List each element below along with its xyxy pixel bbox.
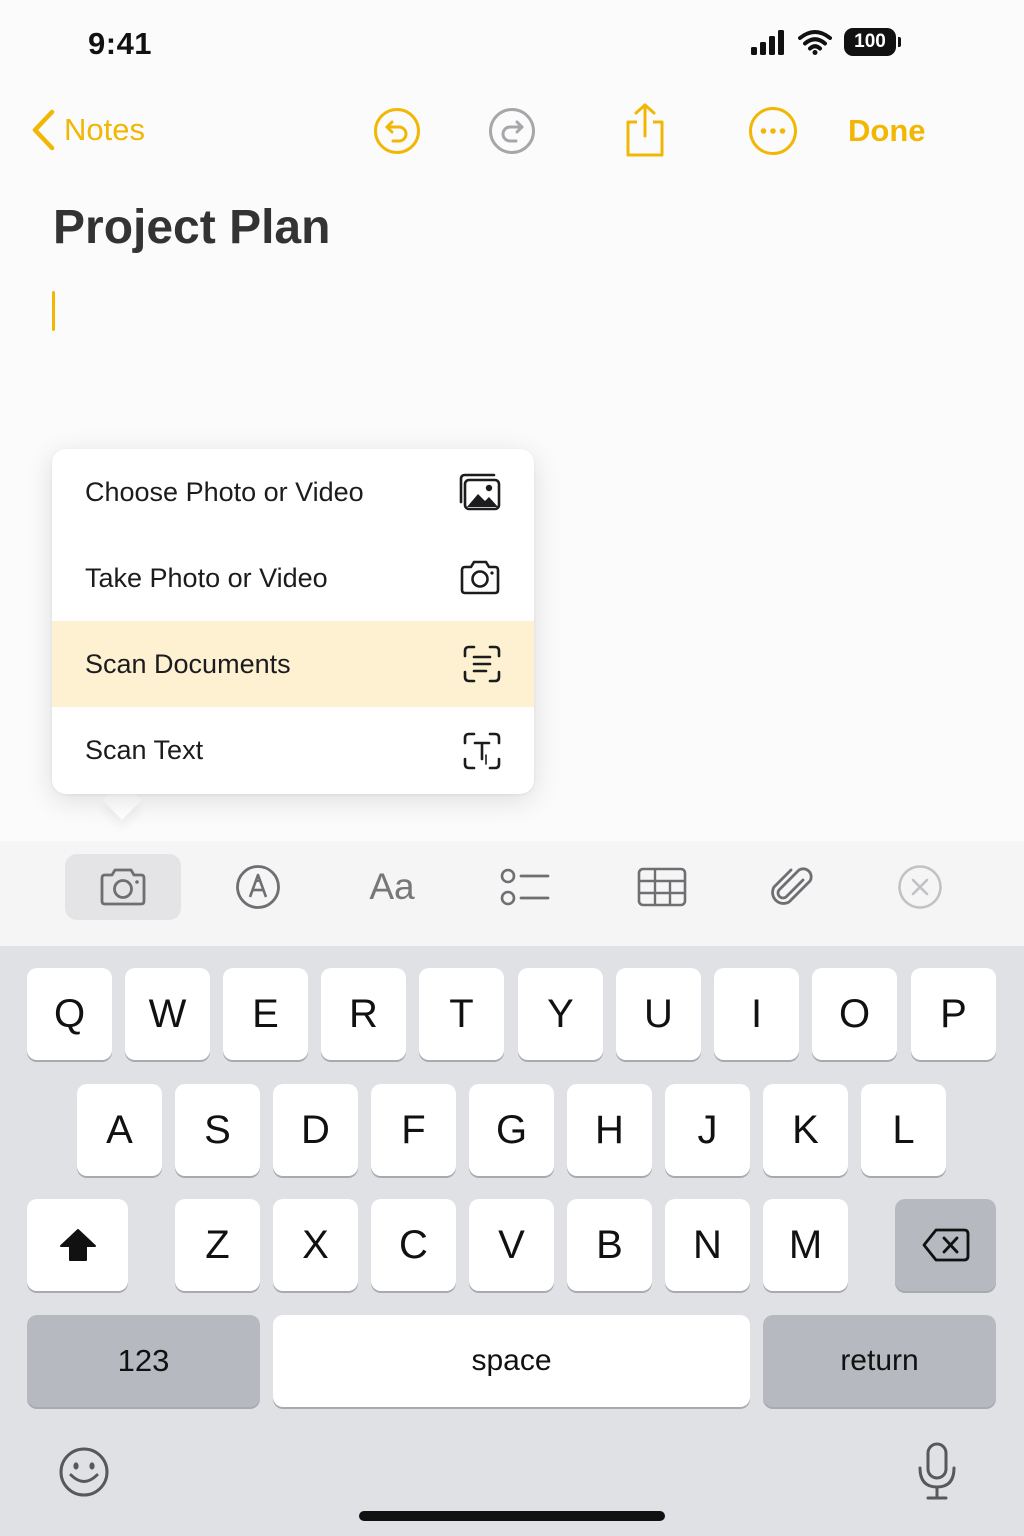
redo-icon [489,108,535,154]
undo-icon [374,108,420,154]
attachment-tool-button[interactable] [764,854,820,920]
table-icon [637,867,687,907]
back-button-label: Notes [64,112,145,147]
attachment-icon [771,867,813,905]
undo-button[interactable] [372,106,422,156]
status-icons: 100 [750,28,901,56]
key-x[interactable]: X [273,1199,358,1291]
cellular-signal-icon [751,30,784,55]
text-cursor [52,291,55,331]
markup-tool-button[interactable] [228,854,288,920]
photo-library-icon [459,473,501,511]
key-s[interactable]: S [175,1084,260,1176]
shift-key[interactable] [27,1199,128,1291]
key-q[interactable]: Q [27,968,112,1060]
redo-button[interactable] [487,106,537,156]
key-i[interactable]: I [714,968,799,1060]
battery-indicator: 100 [844,28,901,56]
camera-tool-button[interactable] [65,854,181,920]
attachment-menu: Choose Photo or Video Take Photo or Vide… [52,449,534,794]
menu-item-label: Scan Documents [85,648,291,679]
chevron-left-icon [32,109,55,151]
key-a[interactable]: A [77,1084,162,1176]
share-icon [626,103,664,157]
key-n[interactable]: N [665,1199,750,1291]
return-key[interactable]: return [763,1315,996,1407]
close-toolbar-button[interactable] [895,854,945,920]
key-l[interactable]: L [861,1084,946,1176]
menu-item-take-photo[interactable]: Take Photo or Video [52,535,534,621]
numbers-key[interactable]: 123 [27,1315,260,1407]
status-time: 9:41 [88,26,153,61]
key-w[interactable]: W [125,968,210,1060]
home-indicator[interactable] [359,1511,665,1521]
close-icon [898,865,942,909]
key-f[interactable]: F [371,1084,456,1176]
backspace-icon [922,1228,969,1262]
emoji-icon [59,1447,109,1497]
menu-item-scan-text[interactable]: Scan Text [52,707,534,794]
key-y[interactable]: Y [518,968,603,1060]
markup-icon [236,865,280,909]
key-v[interactable]: V [469,1199,554,1291]
key-m[interactable]: M [763,1199,848,1291]
key-p[interactable]: P [911,968,996,1060]
more-icon [749,107,797,155]
key-k[interactable]: K [763,1084,848,1176]
key-u[interactable]: U [616,968,701,1060]
key-c[interactable]: C [371,1199,456,1291]
microphone-icon [918,1442,956,1500]
checklist-icon [500,868,550,906]
key-e[interactable]: E [223,968,308,1060]
key-z[interactable]: Z [175,1199,260,1291]
wifi-icon [798,30,832,55]
back-button[interactable]: Notes [30,108,145,152]
emoji-button[interactable] [56,1444,112,1500]
key-j[interactable]: J [665,1084,750,1176]
menu-item-scan-documents[interactable]: Scan Documents [52,621,534,707]
menu-item-label: Take Photo or Video [85,562,328,593]
menu-item-label: Choose Photo or Video [85,476,364,507]
table-tool-button[interactable] [632,854,692,920]
menu-item-label: Scan Text [85,735,204,765]
space-key[interactable]: space [273,1315,750,1407]
dictation-button[interactable] [914,1440,960,1502]
key-t[interactable]: T [419,968,504,1060]
scan-text-icon [463,732,501,769]
key-d[interactable]: D [273,1084,358,1176]
scan-document-icon [463,645,501,683]
share-button[interactable] [620,101,670,159]
key-g[interactable]: G [469,1084,554,1176]
key-h[interactable]: H [567,1084,652,1176]
key-r[interactable]: R [321,968,406,1060]
more-button[interactable] [748,106,798,156]
shift-icon [59,1229,96,1261]
note-title[interactable]: Project Plan [53,200,330,255]
menu-item-choose-photo[interactable]: Choose Photo or Video [52,449,534,535]
checklist-tool-button[interactable] [496,854,556,920]
text-format-button[interactable]: Aa [360,854,424,920]
key-o[interactable]: O [812,968,897,1060]
camera-icon [460,560,500,595]
done-button[interactable]: Done [848,113,926,149]
delete-key[interactable] [895,1199,996,1291]
key-b[interactable]: B [567,1199,652,1291]
camera-icon [100,868,146,906]
